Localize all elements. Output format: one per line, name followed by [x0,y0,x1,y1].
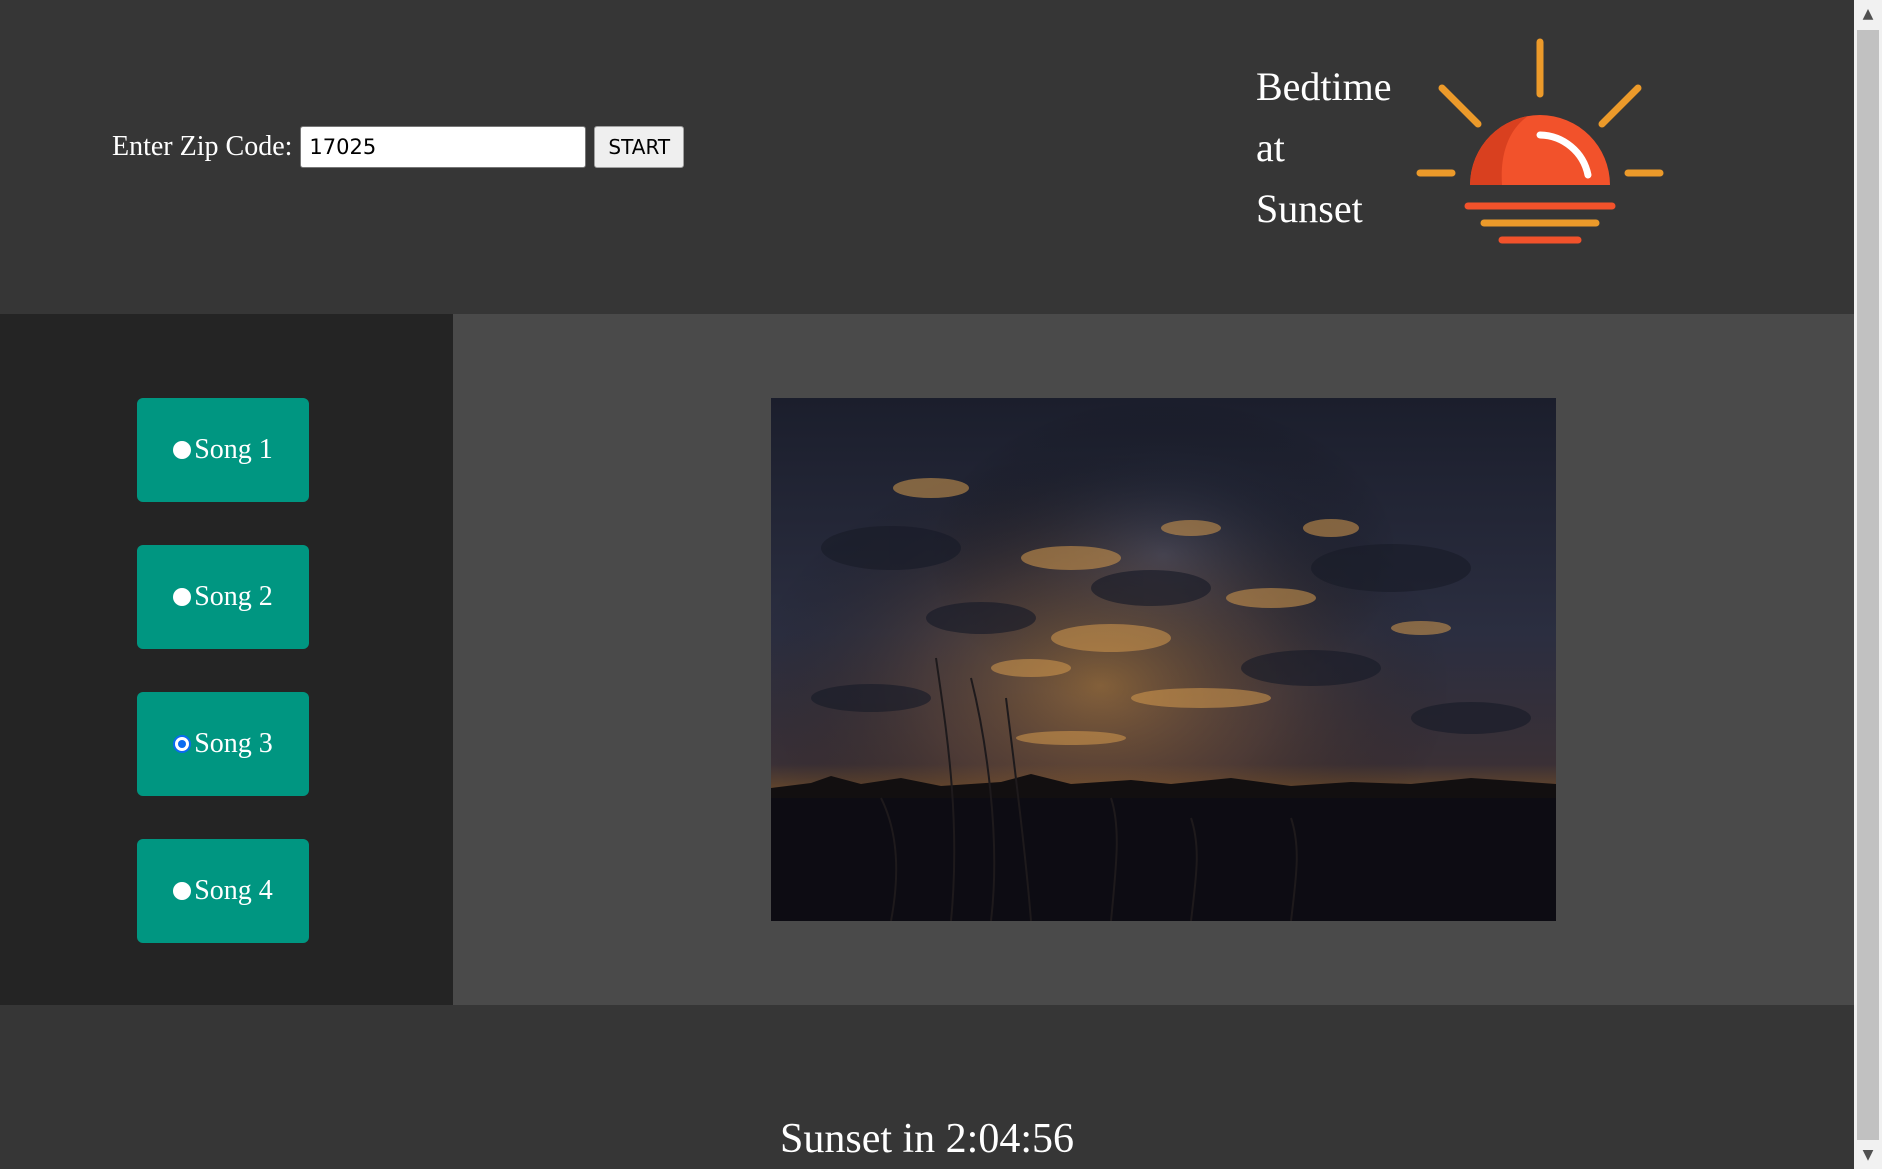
app-content: Enter Zip Code: START Bedtime at Sunset [0,0,1854,1169]
main-panel [453,314,1854,1005]
app-title-line: at [1256,125,1285,170]
sunset-photo-image [771,398,1556,921]
footer: Sunset in 2:04:56 [0,1005,1854,1169]
song-label: Song 1 [194,434,273,465]
start-button[interactable]: START [594,126,685,168]
app-title-line: Bedtime [1256,64,1392,109]
radio-button[interactable] [173,882,192,900]
song-option-1[interactable]: Song 1 [137,398,309,502]
radio-button[interactable] [173,441,192,459]
page: Enter Zip Code: START Bedtime at Sunset [0,0,1882,1169]
header: Enter Zip Code: START Bedtime at Sunset [0,0,1854,314]
scrollbar-thumb[interactable] [1857,30,1879,1140]
app-title: Bedtime at Sunset [1256,56,1392,239]
zip-input[interactable] [300,126,587,168]
sunset-icon [1416,38,1664,244]
song-label: Song 4 [194,875,273,906]
song-label: Song 3 [194,728,273,759]
song-sidebar: Song 1 Song 2 Song 3 Song 4 [0,314,453,1005]
radio-button-selected[interactable] [173,735,192,753]
zip-form: Enter Zip Code: START [112,126,685,168]
chevron-up-icon[interactable]: ▲ [1854,0,1882,28]
radio-button[interactable] [173,588,192,606]
song-option-2[interactable]: Song 2 [137,545,309,649]
song-option-3[interactable]: Song 3 [137,692,309,796]
song-label: Song 2 [194,581,273,612]
sunset-countdown: Sunset in 2:04:56 [779,1116,1075,1162]
vertical-scrollbar[interactable]: ▲ ▼ [1854,0,1882,1169]
app-title-line: Sunset [1256,186,1363,231]
sunset-photo [771,398,1556,921]
chevron-down-icon[interactable]: ▼ [1854,1141,1882,1169]
song-option-4[interactable]: Song 4 [137,839,309,943]
zip-label: Enter Zip Code: [112,131,293,162]
